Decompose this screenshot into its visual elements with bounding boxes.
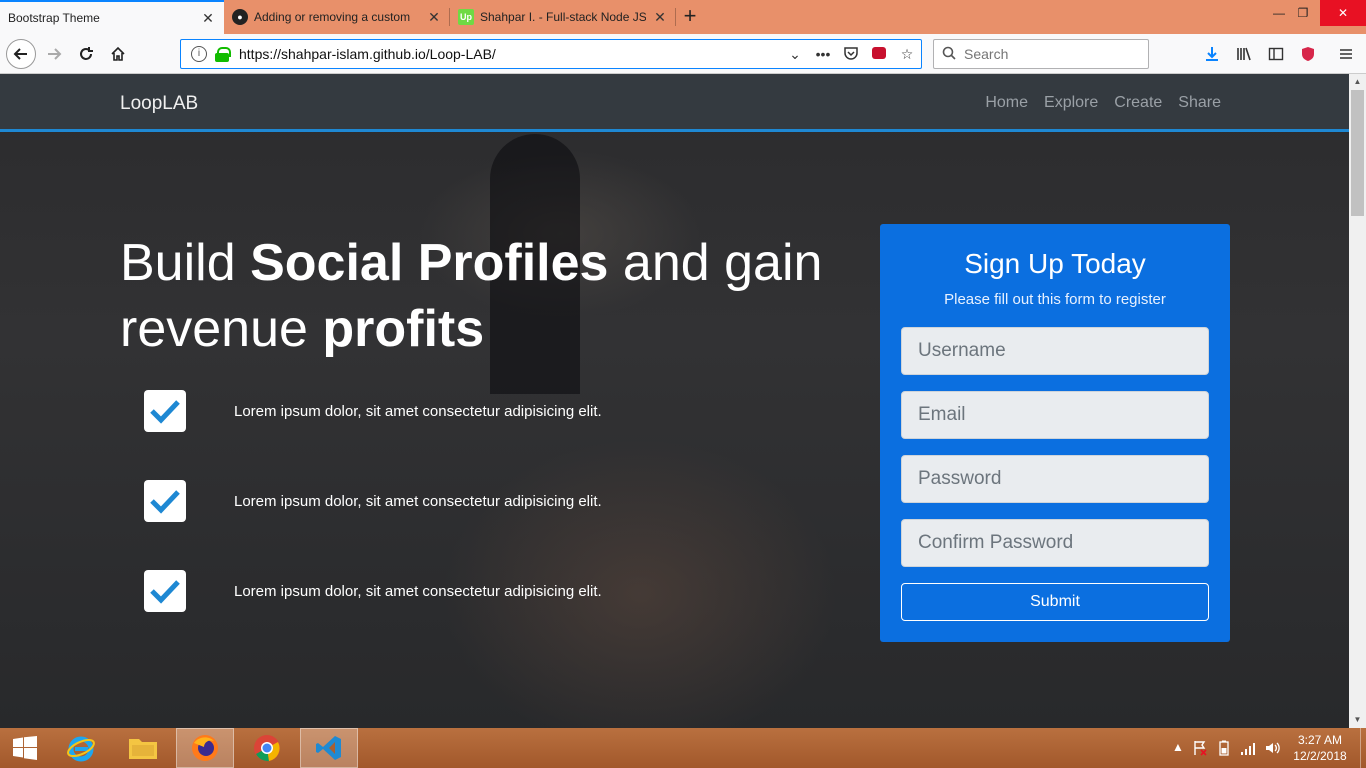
battery-icon[interactable] (1216, 740, 1232, 756)
username-field[interactable] (901, 327, 1209, 375)
tab-bootstrap-theme[interactable]: Bootstrap Theme ✕ (0, 0, 224, 34)
chevron-down-icon[interactable]: ⌄ (781, 46, 809, 63)
file-explorer-icon[interactable] (114, 728, 172, 768)
scroll-up-icon[interactable]: ▲ (1349, 74, 1366, 90)
clock-time: 3:27 AM (1297, 733, 1343, 747)
password-field[interactable] (901, 455, 1209, 503)
internet-explorer-icon[interactable] (52, 728, 110, 768)
feature-item: Lorem ipsum dolor, sit amet consectetur … (144, 390, 602, 432)
reload-button[interactable] (72, 40, 100, 68)
hero-title-bold1: Social Profiles (250, 234, 609, 292)
feature-text: Lorem ipsum dolor, sit amet consectetur … (234, 402, 602, 420)
chevron-up-icon[interactable]: ▲ (1170, 740, 1186, 756)
chrome-icon[interactable] (238, 728, 296, 768)
reload-icon (80, 47, 93, 60)
info-icon[interactable]: i (191, 46, 207, 62)
tab-title: Bootstrap Theme (8, 11, 100, 25)
tab-github[interactable]: ● Adding or removing a custom ✕ (224, 0, 450, 34)
home-icon (111, 46, 125, 61)
nav-link-share[interactable]: Share (1178, 94, 1221, 112)
tab-title: Adding or removing a custom (254, 10, 411, 24)
arrow-right-icon (48, 48, 62, 60)
tab-upwork[interactable]: Up Shahpar I. - Full-stack Node JS ✕ (450, 0, 676, 34)
hero-title-bold2: profits (322, 300, 485, 358)
email-field[interactable] (901, 391, 1209, 439)
network-flag-icon[interactable] (1192, 740, 1208, 756)
bookmark-star-icon[interactable]: ☆ (893, 46, 921, 63)
scroll-down-icon[interactable]: ▼ (1349, 712, 1366, 728)
site-nav-links: Home Explore Create Share (985, 94, 1221, 112)
signup-card: Sign Up Today Please fill out this form … (880, 224, 1230, 642)
close-icon[interactable]: ✕ (200, 10, 216, 26)
nav-link-create[interactable]: Create (1114, 94, 1162, 112)
windows-icon (13, 736, 37, 760)
confirm-password-field[interactable] (901, 519, 1209, 567)
forward-button[interactable] (40, 40, 68, 68)
window-close-button[interactable]: ✕ (1320, 0, 1366, 26)
feature-item: Lorem ipsum dolor, sit amet consectetur … (144, 480, 602, 522)
restore-button[interactable]: ❐ (1284, 0, 1322, 26)
address-bar[interactable]: i https://shahpar-islam.github.io/Loop-L… (180, 39, 922, 69)
signup-subtitle: Please fill out this form to register (944, 291, 1166, 308)
page-viewport: LoopLAB Home Explore Create Share Build … (0, 74, 1349, 728)
lock-icon[interactable] (215, 47, 231, 62)
lastpass-icon[interactable] (865, 45, 893, 64)
home-button[interactable] (104, 40, 132, 68)
windows-taskbar: ▲ 3:27 AM 12/2/2018 (0, 728, 1366, 768)
hamburger-menu-icon[interactable] (1334, 42, 1358, 66)
start-button[interactable] (0, 728, 50, 768)
page-scrollbar[interactable]: ▲ ▼ (1349, 74, 1366, 728)
hero-title-part1: Build (120, 234, 251, 292)
nav-link-explore[interactable]: Explore (1044, 94, 1098, 112)
upwork-icon: Up (458, 9, 474, 25)
search-field[interactable] (933, 39, 1149, 69)
system-clock[interactable]: 3:27 AM 12/2/2018 (1290, 732, 1350, 764)
hero-title: Build Social Profiles and gain revenue p… (120, 230, 840, 362)
url-text[interactable]: https://shahpar-islam.github.io/Loop-LAB… (239, 46, 781, 62)
signal-icon[interactable] (1240, 740, 1256, 756)
feature-item: Lorem ipsum dolor, sit amet consectetur … (144, 570, 602, 612)
library-icon[interactable] (1232, 42, 1256, 66)
download-icon[interactable] (1200, 42, 1224, 66)
firefox-icon[interactable] (176, 728, 234, 768)
site-navbar: LoopLAB Home Explore Create Share (0, 74, 1349, 132)
check-icon (144, 480, 186, 522)
clock-date: 12/2/2018 (1293, 749, 1347, 763)
nav-link-home[interactable]: Home (985, 94, 1028, 112)
shield-icon[interactable] (1296, 42, 1320, 66)
show-desktop-button[interactable] (1360, 728, 1366, 768)
tab-strip: Bootstrap Theme ✕ ● Adding or removing a… (0, 0, 1366, 34)
close-icon[interactable]: ✕ (652, 9, 668, 25)
sidebar-icon[interactable] (1264, 42, 1288, 66)
feature-text: Lorem ipsum dolor, sit amet consectetur … (234, 582, 602, 600)
browser-toolbar: i https://shahpar-islam.github.io/Loop-L… (0, 34, 1366, 74)
submit-button[interactable]: Submit (901, 583, 1209, 621)
new-tab-button[interactable]: + (678, 5, 702, 29)
back-button[interactable] (6, 39, 36, 69)
check-icon (144, 570, 186, 612)
github-icon: ● (232, 9, 248, 25)
feature-text: Lorem ipsum dolor, sit amet consectetur … (234, 492, 602, 510)
arrow-left-icon (13, 48, 27, 60)
page-actions-icon[interactable]: ••• (809, 46, 837, 62)
pocket-icon[interactable] (837, 45, 865, 64)
search-input[interactable] (964, 46, 1134, 62)
volume-icon[interactable] (1264, 740, 1280, 756)
scrollbar-thumb[interactable] (1351, 90, 1364, 216)
search-icon (934, 46, 964, 63)
tab-title: Shahpar I. - Full-stack Node JS (480, 10, 646, 24)
vscode-icon[interactable] (300, 728, 358, 768)
site-brand[interactable]: LoopLAB (120, 93, 198, 115)
signup-title: Sign Up Today (964, 248, 1146, 279)
close-icon[interactable]: ✕ (426, 9, 442, 25)
check-icon (144, 390, 186, 432)
